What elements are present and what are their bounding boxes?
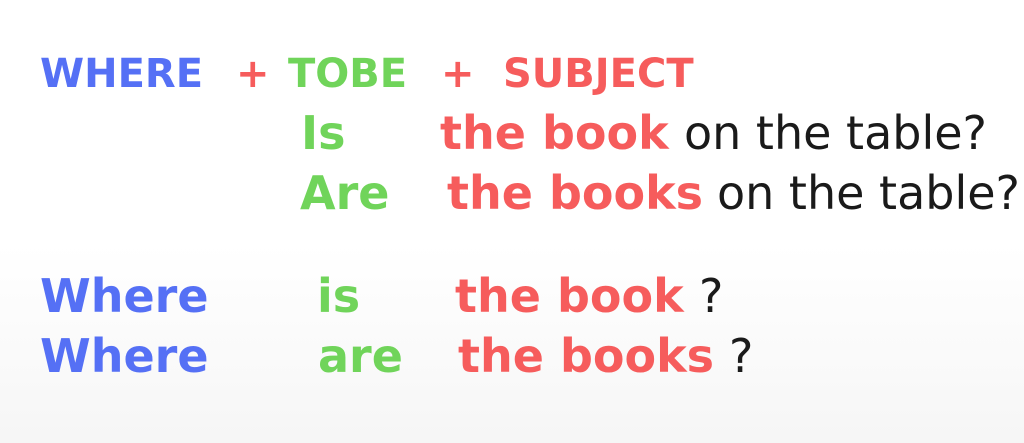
example-2-verb: Are (300, 166, 390, 220)
example-2-subject: the books (447, 166, 704, 220)
grammar-slide: WHERE + TOBE + SUBJECT Is the book on th… (0, 0, 1024, 443)
question-1-mark: ? (699, 269, 724, 323)
example-2-rest: on the table? (717, 166, 1020, 220)
question-1-where: Where (40, 269, 209, 323)
question-1-subject: the book (455, 269, 684, 323)
question-2-verb: are (318, 329, 403, 383)
formula-tobe: TOBE (288, 51, 408, 97)
example-1-rest: on the table? (684, 106, 987, 160)
formula-plus-2: + (441, 51, 475, 97)
formula-where: WHERE (40, 51, 204, 97)
example-1-verb: Is (301, 106, 346, 160)
question-2-subject: the books (458, 329, 715, 383)
question-2-where: Where (40, 329, 209, 383)
formula-subject: SUBJECT (503, 51, 694, 97)
example-1-subject: the book (440, 106, 669, 160)
question-1-verb: is (317, 269, 361, 323)
formula-plus-1: + (236, 51, 270, 97)
question-2-mark: ? (729, 329, 754, 383)
